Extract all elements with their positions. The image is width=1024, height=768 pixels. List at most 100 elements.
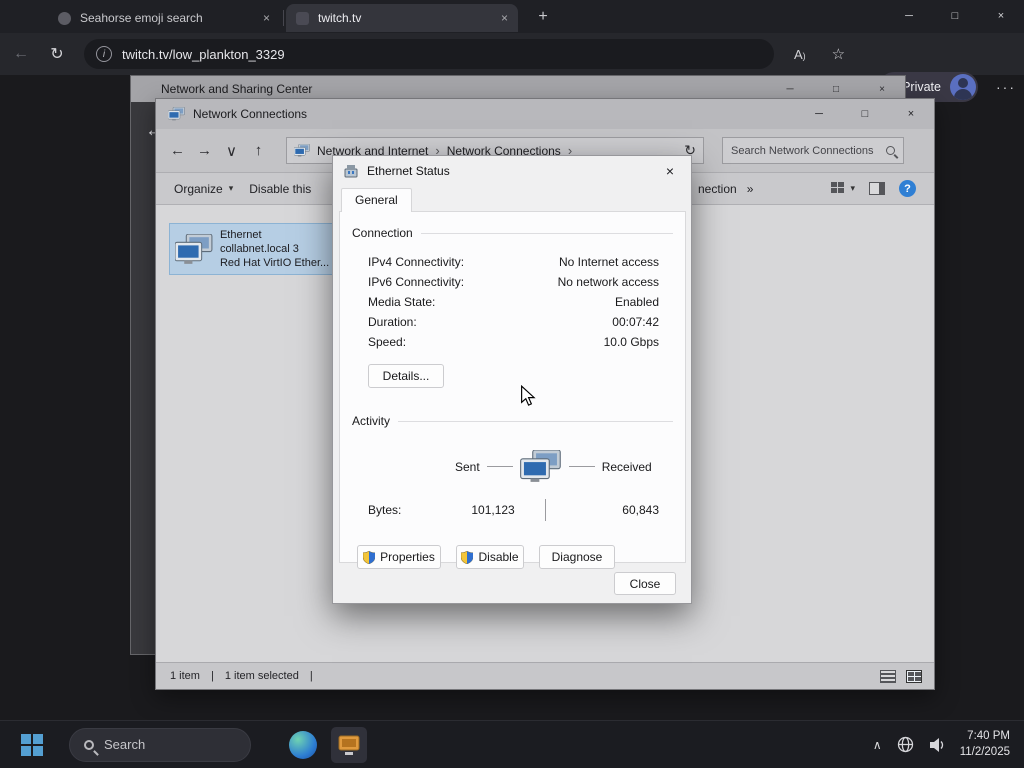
ethernet-status-dialog[interactable]: Ethernet Status × General Connection IPv… (332, 155, 692, 604)
bytes-label: Bytes: (368, 503, 402, 517)
activity-group-label: Activity (352, 414, 391, 428)
status-separator: | (210, 670, 214, 682)
browser-refresh-icon[interactable]: ↻ (44, 44, 70, 64)
item-count-text: 1 item (170, 670, 200, 682)
chevron-down-icon: ▾ (850, 183, 855, 193)
browser-menu-icon[interactable]: ··· (996, 79, 1016, 95)
received-label: Received (601, 459, 652, 474)
nc-window-icon (168, 107, 185, 121)
diagnose-button[interactable]: Diagnose (539, 545, 615, 569)
details-view-icon[interactable] (880, 669, 896, 683)
connection-group-header: Connection (352, 226, 673, 240)
organize-menu-button[interactable]: Organize ▾ (174, 182, 233, 196)
connection-row: Speed: 10.0 Gbps (368, 332, 659, 352)
search-input[interactable] (731, 144, 880, 157)
nc-minimize-button[interactable]: ─ (796, 99, 842, 129)
site-info-icon[interactable]: i (96, 46, 112, 62)
taskbar-search-box[interactable]: Search (69, 727, 251, 762)
browser-minimize-button[interactable]: ─ (886, 0, 932, 32)
clock-time: 7:40 PM (967, 729, 1010, 742)
taskbar-clock[interactable]: 7:40 PM 11/2/2025 (960, 729, 1010, 760)
read-aloud-icon[interactable]: A) (794, 47, 806, 62)
start-button[interactable] (21, 733, 43, 756)
nc-window-controls: ─ □ × (796, 99, 934, 129)
clock-date: 11/2/2025 (959, 745, 1010, 758)
grid-view-icon (831, 182, 846, 195)
edge-browser-icon[interactable] (289, 730, 317, 759)
group-divider (398, 420, 673, 422)
nav-up-icon[interactable]: ↑ (245, 142, 272, 159)
network-adapter-icon (175, 233, 213, 264)
disable-device-command[interactable]: Disable this (249, 182, 311, 196)
properties-button[interactable]: Properties (357, 545, 441, 569)
ethernet-connection-item[interactable]: Ethernet collabnet.local 3 Red Hat VirtI… (169, 223, 335, 275)
view-controls: ▾ ? (831, 180, 916, 197)
tab-general[interactable]: General (341, 188, 412, 212)
status-separator: | (309, 670, 313, 682)
url-bar[interactable]: i twitch.tv/low_plankton_3329 (84, 39, 774, 69)
nc-close-button[interactable]: × (888, 99, 934, 129)
dialog-tabstrip: General (333, 186, 691, 212)
group-divider (420, 232, 673, 234)
connection-device: Red Hat VirtIO Ether... (219, 257, 329, 270)
tab-close-icon[interactable]: × (263, 11, 270, 25)
browser-maximize-button[interactable]: □ (932, 0, 978, 32)
connection-group-label: Connection (352, 226, 413, 240)
close-button[interactable]: Close (614, 572, 676, 595)
volume-icon[interactable] (929, 736, 945, 753)
network-connections-app-icon[interactable] (331, 726, 367, 763)
change-view-button[interactable]: ▾ (831, 182, 855, 195)
search-icon[interactable] (886, 146, 895, 155)
browser-address-row: ← ↻ i twitch.tv/low_plankton_3329 A) ☆ I… (0, 33, 1024, 102)
nc-titlebar[interactable]: Network Connections ─ □ × (156, 99, 934, 129)
connection-name: Ethernet (219, 228, 262, 241)
uac-shield-icon (461, 550, 474, 564)
activity-connector-line (568, 466, 595, 467)
favorites-star-icon[interactable]: ☆ (832, 45, 845, 63)
search-box[interactable] (722, 137, 904, 164)
tab-title: Seahorse emoji search (80, 11, 203, 25)
dialog-titlebar[interactable]: Ethernet Status × (333, 156, 691, 186)
browser-tab-seahorse[interactable]: Seahorse emoji search × (48, 4, 280, 32)
taskbar-search-label: Search (104, 737, 146, 752)
tab-separator (283, 10, 284, 26)
dialog-close-icon[interactable]: × (649, 156, 691, 186)
conn-row-value: No network access (557, 275, 659, 289)
mouse-cursor (521, 385, 536, 406)
connection-rows: IPv4 Connectivity: No Internet access IP… (368, 252, 659, 352)
connection-item-texts: Ethernet collabnet.local 3 Red Hat VirtI… (220, 228, 329, 271)
connection-row: IPv4 Connectivity: No Internet access (368, 252, 659, 272)
nav-back-icon[interactable]: ← (164, 142, 191, 159)
chevron-down-icon: ▾ (228, 183, 234, 193)
sent-received-row: Sent Received (455, 450, 685, 483)
preview-pane-icon[interactable] (869, 182, 885, 195)
activity-group-header: Activity (352, 414, 673, 428)
bytes-received-value: 60,843 (622, 503, 659, 517)
command-overflow-icon[interactable]: » (747, 182, 754, 196)
browser-back-icon[interactable]: ← (8, 45, 34, 63)
nsc-window-title: Network and Sharing Center (161, 82, 313, 96)
conn-row-value: Enabled (614, 295, 659, 309)
help-icon[interactable]: ? (899, 180, 916, 197)
conn-row-value: No Internet access (558, 255, 659, 269)
uac-shield-icon (363, 550, 376, 564)
browser-tab-twitch[interactable]: twitch.tv × (286, 4, 518, 32)
nav-recent-dropdown-icon[interactable]: ∨ (218, 142, 245, 160)
profile-avatar[interactable] (950, 74, 976, 100)
hidden-icons-chevron-icon[interactable]: ∧ (873, 738, 882, 752)
conn-row-label: Speed: (368, 335, 407, 349)
nav-forward-icon[interactable]: → (191, 142, 218, 159)
details-button[interactable]: Details... (368, 364, 444, 388)
connection-row: Duration: 00:07:42 (368, 312, 659, 332)
new-tab-button[interactable]: + (533, 7, 553, 27)
browser-close-button[interactable]: × (978, 0, 1024, 32)
disable-button[interactable]: Disable (456, 545, 524, 569)
nc-maximize-button[interactable]: □ (842, 99, 888, 129)
tab-close-icon[interactable]: × (501, 11, 508, 25)
connection-domain: collabnet.local 3 (219, 242, 299, 255)
thumbnail-view-icon[interactable] (906, 669, 922, 683)
network-globe-icon[interactable] (897, 736, 914, 753)
dialog-action-buttons: Properties Disable Diagnose (357, 545, 685, 569)
command-fragment[interactable]: nection (698, 182, 737, 196)
sent-label: Sent (455, 459, 480, 474)
